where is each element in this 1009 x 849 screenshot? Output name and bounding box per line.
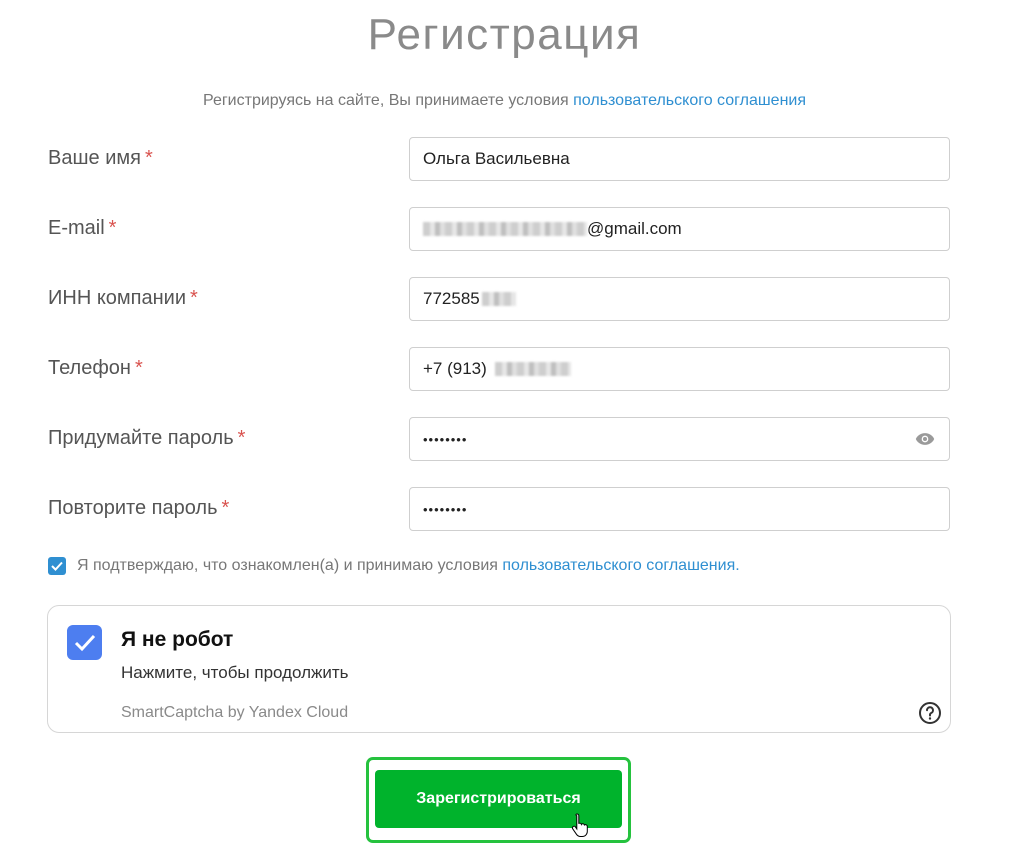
password-label-text: Придумайте пароль: [48, 427, 234, 449]
redacted-blur: [481, 292, 516, 306]
redacted-blur: [423, 222, 587, 236]
agreement-note-text: Регистрируясь на сайте, Вы принимаете ус…: [202, 92, 574, 109]
name-value: Ольга Васильевна: [423, 149, 570, 168]
required-mark: *: [134, 357, 143, 379]
question-icon[interactable]: [918, 701, 942, 725]
password-input[interactable]: ••••••••: [409, 417, 950, 461]
required-mark: *: [221, 497, 230, 519]
phone-value-prefix: +7 (913): [423, 359, 487, 378]
hand-cursor-icon: [571, 813, 588, 837]
check-icon: [51, 561, 63, 571]
form-row-inn: ИНН компании * 772585: [48, 277, 952, 323]
captcha-brand: SmartCaptcha by Yandex Cloud: [121, 704, 349, 721]
email-label: E-mail *: [48, 217, 116, 240]
name-label-text: Ваше имя: [48, 147, 141, 169]
user-agreement-link[interactable]: пользовательского соглашения: [573, 92, 806, 109]
email-value-suffix: @gmail.com: [587, 219, 682, 238]
form-row-name: Ваше имя * Ольга Васильевна: [48, 137, 952, 183]
redacted-blur: [494, 362, 571, 376]
consent-row: Я подтверждаю, что ознакомлен(а) и прини…: [48, 557, 740, 575]
required-mark: *: [108, 217, 117, 239]
required-mark: *: [237, 427, 246, 449]
page-title: Регистрация: [367, 10, 642, 59]
phone-input[interactable]: +7 (913): [409, 347, 950, 391]
captcha-subtitle: Нажмите, чтобы продолжить: [121, 663, 349, 682]
consent-text: Я подтверждаю, что ознакомлен(а) и прини…: [77, 557, 498, 574]
required-mark: *: [144, 147, 153, 169]
password-label: Придумайте пароль *: [48, 427, 245, 450]
consent-agreement-link[interactable]: пользовательского соглашения.: [502, 557, 739, 575]
phone-label: Телефон *: [48, 357, 143, 380]
name-input[interactable]: Ольга Васильевна: [409, 137, 950, 181]
phone-label-text: Телефон: [48, 357, 131, 379]
inn-value-prefix: 772585: [423, 289, 480, 308]
name-label: Ваше имя *: [48, 147, 153, 170]
captcha-checkbox[interactable]: [67, 625, 102, 660]
inn-label-text: ИНН компании: [48, 287, 187, 309]
eye-icon[interactable]: [915, 432, 935, 446]
check-icon: [74, 634, 95, 651]
required-mark: *: [190, 287, 198, 309]
inn-label: ИНН компании *: [48, 287, 198, 310]
agreement-note: Регистрируясь на сайте, Вы принимаете ус…: [0, 92, 1009, 110]
form-row-email: E-mail * @gmail.com: [48, 207, 952, 253]
form-row-password-repeat: Повторите пароль * ••••••••: [48, 487, 952, 533]
form-row-phone: Телефон * +7 (913): [48, 347, 952, 393]
password-repeat-label-text: Повторите пароль: [48, 497, 218, 519]
inn-input[interactable]: 772585: [409, 277, 950, 321]
captcha-title: Я не робот: [121, 628, 234, 651]
email-label-text: E-mail: [48, 217, 105, 239]
password-repeat-label: Повторите пароль *: [48, 497, 229, 520]
password-value: ••••••••: [423, 431, 468, 447]
form-row-password: Придумайте пароль * ••••••••: [48, 417, 952, 463]
email-input[interactable]: @gmail.com: [409, 207, 950, 251]
consent-checkbox[interactable]: [48, 557, 66, 575]
password-repeat-value: ••••••••: [423, 501, 468, 517]
smart-captcha: Я не робот Нажмите, чтобы продолжить Sma…: [47, 605, 951, 733]
submit-focus-ring: Зарегистрироваться: [366, 757, 631, 843]
password-repeat-input[interactable]: ••••••••: [409, 487, 950, 531]
